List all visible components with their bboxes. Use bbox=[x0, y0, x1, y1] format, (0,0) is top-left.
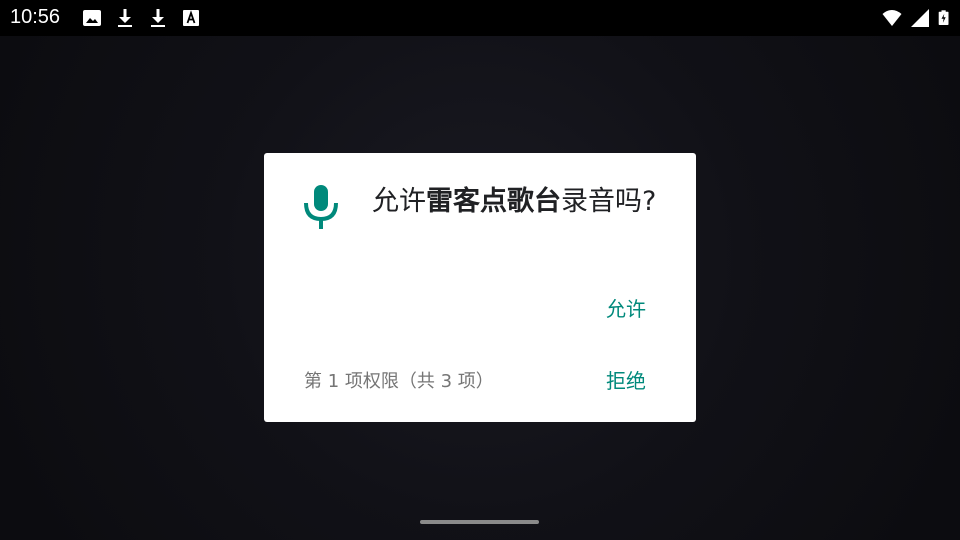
image-icon bbox=[83, 10, 101, 26]
dialog-title: 允许雷客点歌台录音吗? bbox=[372, 181, 662, 223]
permission-dialog: 允许雷客点歌台录音吗? 允许 第 1 项权限（共 3 项） 拒绝 bbox=[264, 153, 696, 422]
wifi-icon bbox=[882, 10, 902, 26]
notification-icons bbox=[82, 8, 201, 28]
title-prefix: 允许 bbox=[372, 186, 426, 217]
deny-button[interactable]: 拒绝 bbox=[606, 365, 646, 394]
system-icons bbox=[882, 7, 952, 29]
download-icon bbox=[151, 9, 165, 27]
home-gesture-handle[interactable] bbox=[420, 520, 539, 524]
allow-button[interactable]: 允许 bbox=[606, 293, 646, 322]
status-bar: 10:56 bbox=[0, 0, 960, 36]
text-icon bbox=[183, 10, 199, 26]
microphone-icon bbox=[304, 185, 338, 229]
title-suffix: 录音吗? bbox=[561, 186, 657, 217]
permission-counter: 第 1 项权限（共 3 项） bbox=[304, 371, 494, 392]
status-clock: 10:56 bbox=[10, 6, 61, 28]
signal-icon bbox=[911, 9, 929, 27]
battery-icon bbox=[938, 10, 949, 25]
app-name: 雷客点歌台 bbox=[426, 186, 561, 217]
download-icon bbox=[118, 9, 132, 27]
